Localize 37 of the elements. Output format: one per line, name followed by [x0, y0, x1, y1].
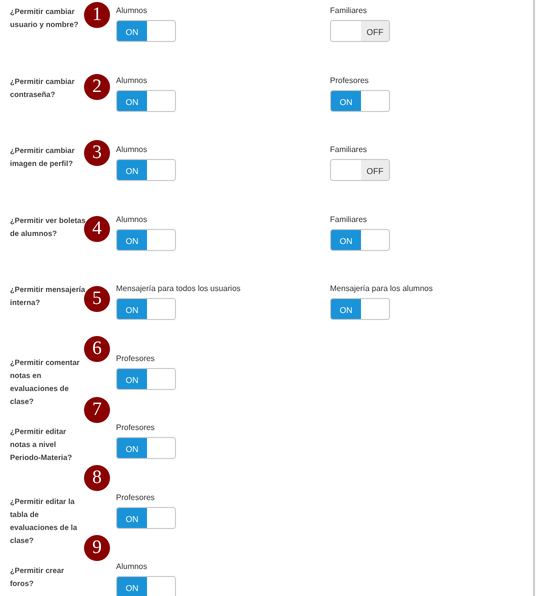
option-label: Profesores	[116, 492, 156, 502]
toggle-switch[interactable]: ON	[116, 576, 176, 596]
toggle-switch[interactable]: ON	[116, 368, 176, 390]
toggle-switch[interactable]: ON	[116, 90, 176, 112]
number-badge: 7	[84, 397, 110, 423]
number-badge: 2	[84, 74, 110, 100]
toggle-switch[interactable]: ON	[116, 298, 176, 320]
number-badge: 3	[84, 140, 110, 166]
toggle-switch[interactable]: ON	[330, 228, 390, 250]
number-badge: 9	[84, 535, 110, 561]
option-label: Alumnos	[116, 561, 148, 572]
option-label: Mensajería para los alumnos	[330, 283, 434, 294]
option-label: Profesores	[330, 74, 370, 86]
toggle-switch[interactable]: OFF	[330, 20, 390, 42]
toggle-switch[interactable]: ON	[116, 228, 176, 250]
number-badge: 6	[84, 336, 110, 362]
option-label: Alumnos	[116, 74, 148, 86]
option-label: Profesores	[116, 422, 156, 433]
toggle-switch[interactable]: ON	[330, 90, 390, 112]
toggle-switch[interactable]: ON	[116, 506, 176, 528]
option-label: Familiares	[330, 144, 368, 155]
toggle-switch[interactable]: OFF	[330, 159, 390, 181]
toggle-switch[interactable]: ON	[116, 437, 176, 459]
number-badge: 5	[84, 286, 110, 312]
option-label: Alumnos	[116, 5, 148, 16]
toggle-switch[interactable]: ON	[116, 159, 176, 181]
number-badge: 1	[84, 2, 110, 28]
number-badge: 8	[84, 464, 110, 490]
option-label: Mensajería para todos los usuarios	[116, 283, 242, 294]
option-label: Profesores	[116, 352, 156, 364]
number-badge: 4	[84, 216, 110, 242]
option-label: Familiares	[330, 214, 368, 224]
option-label: Alumnos	[116, 144, 148, 155]
option-label: Familiares	[330, 5, 368, 16]
option-label: Alumnos	[116, 214, 148, 224]
toggle-switch[interactable]: ON	[330, 298, 390, 320]
toggle-switch[interactable]: ON	[116, 20, 176, 42]
